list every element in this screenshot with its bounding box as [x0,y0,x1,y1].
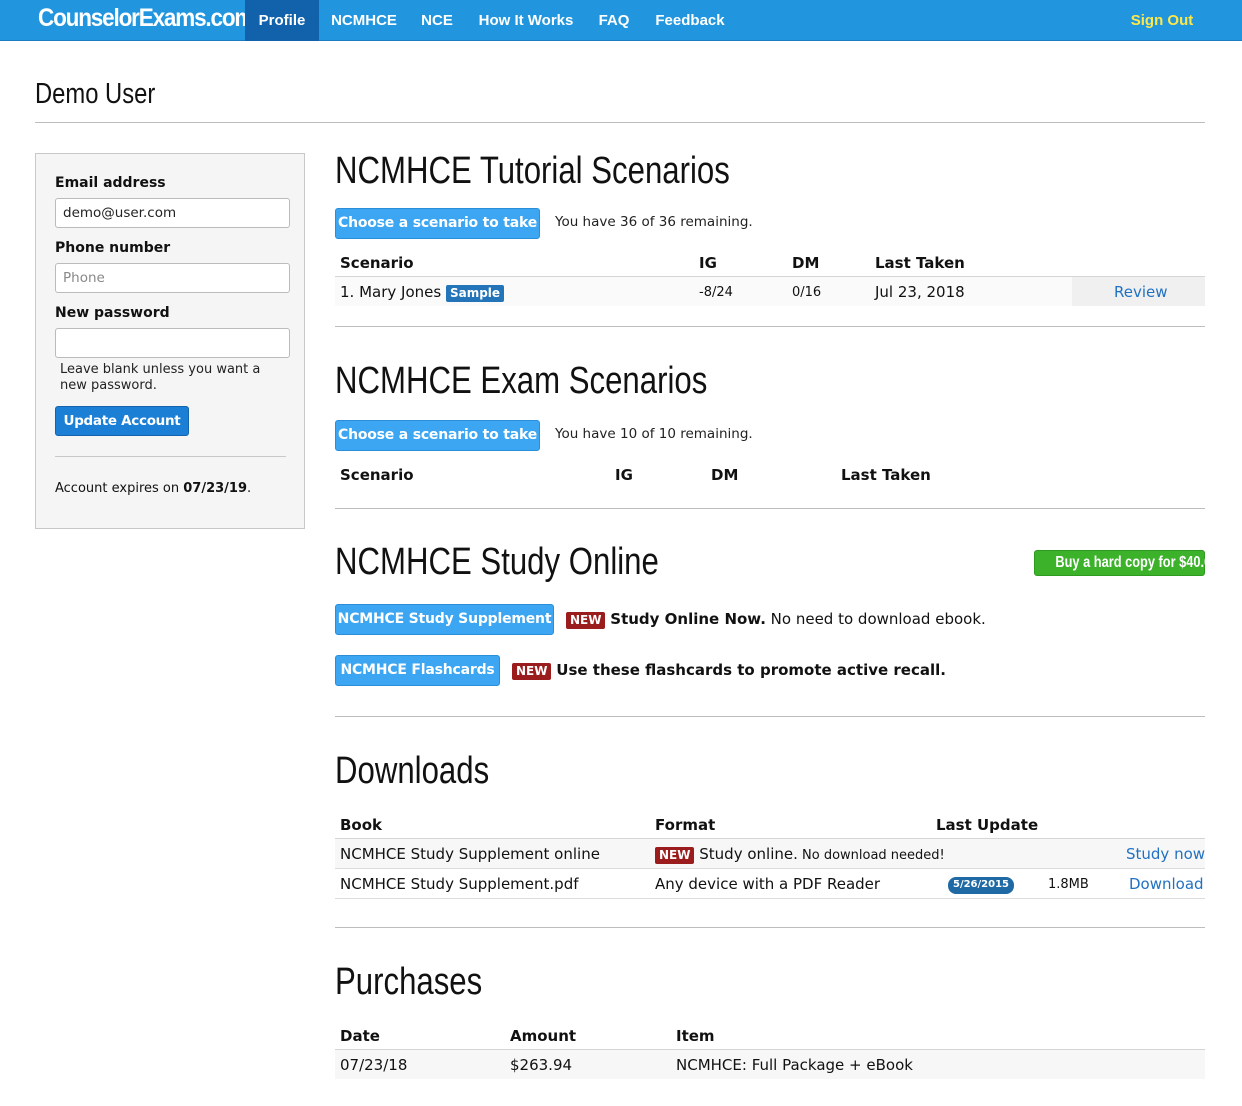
top-navbar: CounselorExams.com Profile NCMHCE NCE Ho… [0,0,1242,41]
purchases-col-amount: Amount [510,1027,577,1045]
email-field[interactable] [55,198,290,228]
new-badge: NEW [512,663,552,680]
account-expiry: Account expires on 07/23/19. [55,481,251,496]
tutorial-col-scenario: Scenario [340,254,414,272]
purchase-date: 07/23/18 [340,1056,408,1074]
tutorial-heading: NCMHCE Tutorial Scenarios [335,150,730,192]
exam-col-ig: IG [615,466,633,484]
buy-hard-copy-button[interactable]: Buy a hard copy for $40.65 [1034,550,1218,576]
purchases-col-item: Item [676,1027,715,1045]
study-online-text: No need to download ebook. [765,610,986,628]
study-supplement-button[interactable]: NCMHCE Study Supplement [335,604,554,635]
download-row1-book: NCMHCE Study Supplement online [340,845,600,863]
title-divider [35,122,1205,123]
format-small-text: No download needed! [797,848,945,863]
tutorial-row-last-taken: Jul 23, 2018 [875,283,965,301]
purchases-col-date: Date [340,1027,380,1045]
format-text: Study online. [699,845,798,863]
update-account-button[interactable]: Update Account [55,406,189,436]
download-row1-format: NEW Study online. No download needed! [655,845,945,864]
nav-ncmhce[interactable]: NCMHCE [320,0,408,41]
password-label: New password [55,305,170,321]
nav-nce[interactable]: NCE [410,0,464,41]
choose-tutorial-scenario-button[interactable]: Choose a scenario to take [335,208,540,239]
sample-badge: Sample [445,285,505,302]
flashcards-text: Use these flashcards to promote active r… [556,661,946,679]
exam-remaining: You have 10 of 10 remaining. [555,426,753,442]
password-hint: Leave blank unless you want a new passwo… [60,362,261,393]
purchases-heading: Purchases [335,961,483,1003]
scenario-name: 1. Mary Jones [340,283,442,301]
purchase-amount: $263.94 [510,1056,573,1074]
exam-col-dm: DM [711,466,739,484]
exam-heading: NCMHCE Exam Scenarios [335,360,708,402]
buy-hard-copy-label: Buy a hard copy for $40.65 [1055,554,1219,571]
expiry-prefix: Account expires on [55,481,184,496]
nav-how-it-works[interactable]: How It Works [468,0,584,41]
row-line [335,868,1205,869]
study-heading: NCMHCE Study Online [335,541,659,583]
brand-logo[interactable]: CounselorExams.com [38,4,254,33]
section-divider [335,508,1205,509]
new-badge: NEW [566,612,606,629]
tutorial-row-name: 1. Mary Jones Sample [340,283,505,302]
tutorial-col-dm: DM [792,254,820,272]
page-title: Demo User [35,78,156,110]
expiry-date: 07/23/19 [183,481,248,496]
row-line [335,898,1205,899]
section-divider [335,927,1205,928]
account-panel: Email address Phone number New password … [35,153,305,529]
downloads-heading: Downloads [335,750,490,792]
review-link[interactable]: Review [1114,283,1168,301]
phone-label: Phone number [55,240,171,256]
sidebar-divider [55,456,286,457]
nav-faq[interactable]: FAQ [588,0,640,41]
sign-out-link[interactable]: Sign Out [1122,0,1202,41]
email-label: Email address [55,175,166,191]
password-field[interactable] [55,328,290,358]
download-row2-format: Any device with a PDF Reader [655,875,881,893]
last-update-badge: 5/26/2015 [948,877,1014,894]
downloads-col-book: Book [340,816,383,834]
expiry-suffix: . [247,481,252,496]
downloads-col-last-update: Last Update [936,816,1039,834]
exam-col-last-taken: Last Taken [841,466,931,484]
choose-exam-scenario-button[interactable]: Choose a scenario to take [335,420,540,451]
tutorial-col-ig: IG [699,254,717,272]
new-badge: NEW [655,847,695,864]
study-online-now: Study Online Now. [610,610,766,628]
tutorial-row-ig: -8/24 [699,285,733,300]
phone-field[interactable] [55,263,290,293]
download-row2-book: NCMHCE Study Supplement.pdf [340,875,579,893]
downloads-col-format: Format [655,816,716,834]
nav-feedback[interactable]: Feedback [644,0,736,41]
flashcards-note: NEW Use these flashcards to promote acti… [512,661,946,680]
study-now-link[interactable]: Study now [1126,845,1205,863]
tutorial-col-last-taken: Last Taken [875,254,965,272]
tutorial-remaining: You have 36 of 36 remaining. [555,214,753,230]
section-divider [335,716,1205,717]
download-link[interactable]: Download [1129,875,1204,893]
section-divider [335,326,1205,327]
study-supplement-note: NEW Study Online Now. No need to downloa… [566,610,986,629]
flashcards-button[interactable]: NCMHCE Flashcards [335,655,500,686]
purchase-item: NCMHCE: Full Package + eBook [676,1056,913,1074]
exam-col-scenario: Scenario [340,466,414,484]
nav-profile[interactable]: Profile [245,0,319,41]
tutorial-row-dm: 0/16 [792,285,822,300]
download-size: 1.8MB [1048,877,1089,892]
